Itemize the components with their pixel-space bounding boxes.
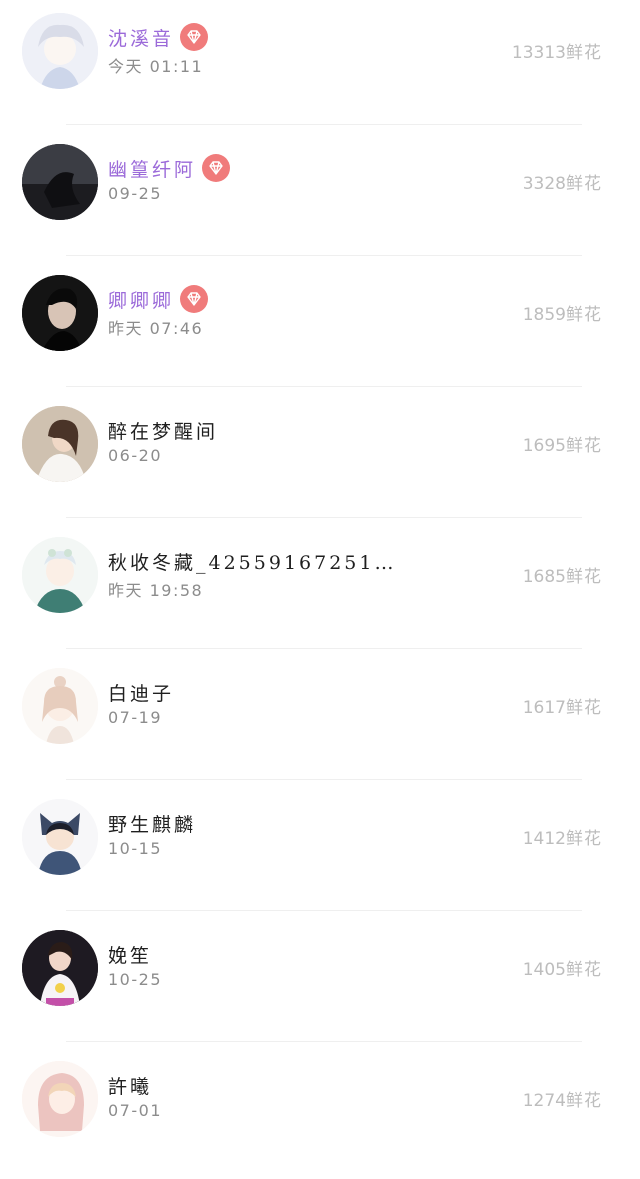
user-name[interactable]: 娩笙 xyxy=(108,941,152,968)
avatar[interactable] xyxy=(22,668,98,744)
flower-count: 3328鲜花 xyxy=(523,169,602,194)
flower-count-value: 13313 xyxy=(511,43,566,63)
timestamp: 10-25 xyxy=(108,970,162,989)
timestamp: 昨天 19:58 xyxy=(108,581,204,600)
flower-count: 1274鲜花 xyxy=(523,1086,602,1111)
avatar[interactable] xyxy=(22,13,98,89)
divider xyxy=(66,124,582,125)
list-item[interactable]: 醉在梦醒间 06-20 1695鲜花 xyxy=(0,393,640,524)
flower-count-value: 1859 xyxy=(522,305,566,325)
user-name[interactable]: 白迪子 xyxy=(108,679,174,706)
timestamp: 10-15 xyxy=(108,839,162,858)
flower-count: 13313鲜花 xyxy=(512,38,602,63)
divider xyxy=(66,779,582,780)
diamond-icon xyxy=(180,23,209,51)
flower-unit: 鲜花 xyxy=(566,174,602,194)
timestamp: 今天 01:11 xyxy=(108,57,204,76)
timestamp: 06-20 xyxy=(108,446,162,465)
flower-unit: 鲜花 xyxy=(566,829,602,849)
flower-count: 1859鲜花 xyxy=(523,300,602,325)
avatar[interactable] xyxy=(22,406,98,482)
flower-unit: 鲜花 xyxy=(566,567,602,587)
flower-count: 1412鲜花 xyxy=(523,824,602,849)
flower-count-value: 3328 xyxy=(522,174,566,194)
flower-count: 1405鲜花 xyxy=(523,955,602,980)
flower-count-value: 1617 xyxy=(522,698,566,718)
flower-count: 1695鲜花 xyxy=(523,431,602,456)
user-name[interactable]: 野生麒麟 xyxy=(108,810,196,837)
list-item[interactable]: 野生麒麟 10-15 1412鲜花 xyxy=(0,786,640,917)
flower-unit: 鲜花 xyxy=(566,960,602,980)
list-item[interactable]: 許曦 07-01 1274鲜花 xyxy=(0,1048,640,1179)
flower-count-value: 1695 xyxy=(522,436,566,456)
list-item[interactable]: 秋收冬藏_42559167251… 昨天 19:58 1685鲜花 xyxy=(0,524,640,655)
user-name[interactable]: 醉在梦醒间 xyxy=(108,417,218,444)
flower-count-value: 1274 xyxy=(522,1091,566,1111)
avatar[interactable] xyxy=(22,275,98,351)
user-name[interactable]: 秋收冬藏_42559167251… xyxy=(108,548,396,575)
divider xyxy=(66,255,582,256)
divider xyxy=(66,517,582,518)
divider xyxy=(66,1041,582,1042)
diamond-icon xyxy=(180,285,209,313)
timestamp: 09-25 xyxy=(108,184,162,203)
divider xyxy=(66,386,582,387)
diamond-icon xyxy=(202,154,231,182)
flower-unit: 鲜花 xyxy=(566,305,602,325)
list-item[interactable]: 娩笙 10-25 1405鲜花 xyxy=(0,917,640,1048)
list-item[interactable]: 卿卿卿 昨天 07:46 1859鲜花 xyxy=(0,262,640,393)
gift-ranking-list: 沈溪音 今天 01:11 13313鲜花 幽篁纤阿 09-25 3328鲜花 卿… xyxy=(0,0,640,1149)
divider xyxy=(66,648,582,649)
flower-unit: 鲜花 xyxy=(566,1091,602,1111)
flower-count-value: 1685 xyxy=(522,567,566,587)
flower-count: 1685鲜花 xyxy=(523,562,602,587)
user-name[interactable]: 幽篁纤阿 xyxy=(108,155,196,182)
flower-unit: 鲜花 xyxy=(566,43,602,63)
divider xyxy=(66,910,582,911)
avatar[interactable] xyxy=(22,930,98,1006)
avatar[interactable] xyxy=(22,144,98,220)
list-item[interactable]: 幽篁纤阿 09-25 3328鲜花 xyxy=(0,131,640,262)
avatar[interactable] xyxy=(22,799,98,875)
list-item[interactable]: 白迪子 07-19 1617鲜花 xyxy=(0,655,640,786)
timestamp: 07-19 xyxy=(108,708,162,727)
timestamp: 07-01 xyxy=(108,1101,162,1120)
flower-count: 1617鲜花 xyxy=(523,693,602,718)
user-name[interactable]: 許曦 xyxy=(108,1072,152,1099)
flower-unit: 鲜花 xyxy=(566,436,602,456)
flower-count-value: 1405 xyxy=(522,960,566,980)
flower-unit: 鲜花 xyxy=(566,698,602,718)
avatar[interactable] xyxy=(22,1061,98,1137)
list-item[interactable]: 沈溪音 今天 01:11 13313鲜花 xyxy=(0,0,640,131)
avatar[interactable] xyxy=(22,537,98,613)
user-name[interactable]: 沈溪音 xyxy=(108,24,174,51)
user-name[interactable]: 卿卿卿 xyxy=(108,286,174,313)
timestamp: 昨天 07:46 xyxy=(108,319,204,338)
flower-count-value: 1412 xyxy=(522,829,566,849)
